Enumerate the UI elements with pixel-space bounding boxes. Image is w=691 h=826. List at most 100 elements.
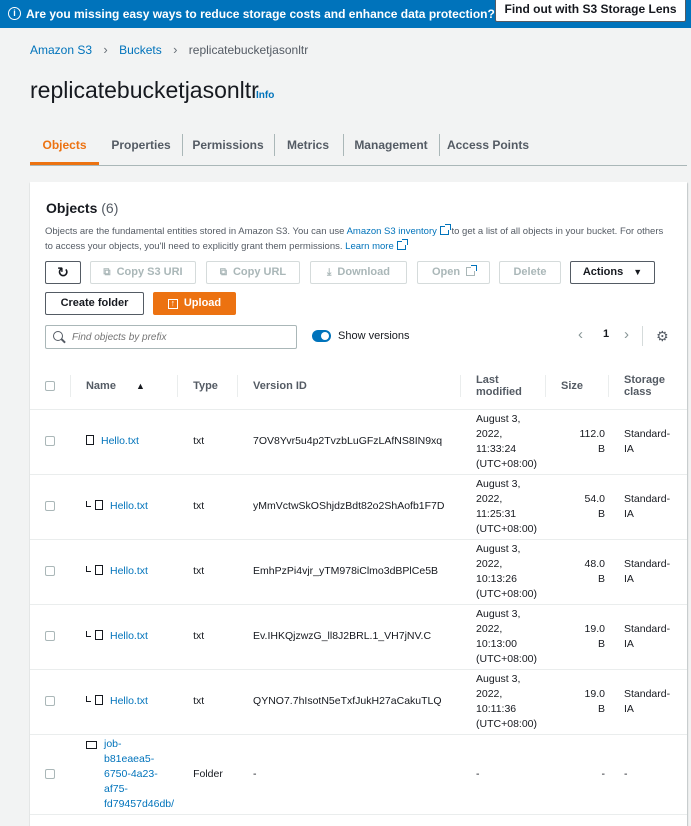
- version-branch-icon: [85, 566, 91, 572]
- actions-label: Actions: [582, 266, 624, 278]
- file-icon: [94, 630, 103, 640]
- modified-line: (UTC+08:00): [476, 457, 538, 470]
- last-modified: August 3, 2022, 10:11:36 (UTC+08:00): [461, 669, 547, 735]
- modified-line: 2022,: [476, 557, 503, 570]
- copy-url-button[interactable]: ⧉ Copy URL: [206, 261, 300, 284]
- copy-icon: ⧉: [103, 267, 111, 278]
- breadcrumb-current: replicatebucketjasonltr: [188, 42, 309, 57]
- copy-icon: ⧉: [219, 267, 227, 278]
- row-checkbox[interactable]: [45, 566, 55, 577]
- object-type: txt: [178, 539, 239, 605]
- version-branch-icon: [85, 631, 91, 637]
- open-button[interactable]: Open: [417, 261, 490, 284]
- tab-objects[interactable]: Objects: [30, 132, 99, 160]
- class-line: Standard-: [623, 557, 671, 570]
- object-size: 19.0 B: [546, 604, 609, 670]
- class-line: Standard-: [623, 687, 671, 700]
- learn-more-link[interactable]: Learn more: [345, 241, 394, 252]
- header-type[interactable]: Type: [178, 363, 239, 410]
- copy-s3-uri-button[interactable]: ⧉ Copy S3 URI: [90, 261, 196, 284]
- object-type: txt: [178, 604, 239, 670]
- last-modified: August 3, 2022, 11:25:31 (UTC+08:00): [461, 474, 547, 540]
- size-value: 19.0: [584, 622, 605, 635]
- inventory-link[interactable]: Amazon S3 inventory: [347, 226, 437, 237]
- upload-icon: ↑: [167, 299, 178, 309]
- modified-line: 10:11:36: [476, 702, 517, 715]
- size-value: 48.0: [584, 557, 605, 570]
- delete-button[interactable]: Delete: [499, 261, 561, 284]
- row-checkbox[interactable]: [45, 768, 55, 779]
- breadcrumb-buckets[interactable]: Buckets: [119, 43, 162, 57]
- header-modified-label: Last modified: [476, 373, 522, 398]
- folder-name-line: 6750-4a23-: [103, 767, 158, 780]
- header-size[interactable]: Size: [546, 363, 609, 410]
- select-all-checkbox[interactable]: [45, 380, 55, 391]
- object-name-link[interactable]: Hello.txt: [101, 435, 139, 447]
- object-name-link[interactable]: Hello.txt: [110, 695, 148, 707]
- table-row: job- b81eaea5- 6750-4a23- af75- fd79457d…: [30, 734, 687, 815]
- last-modified: August 3, 2022, 11:33:24 (UTC+08:00): [461, 409, 547, 475]
- tab-properties[interactable]: Properties: [102, 132, 180, 160]
- chevron-right-icon[interactable]: ›: [624, 326, 629, 343]
- object-name-link[interactable]: Hello.txt: [110, 565, 148, 577]
- caret-down-icon: ▼: [633, 267, 643, 277]
- modified-line: August 3,: [476, 607, 521, 620]
- modified-line: August 3,: [476, 412, 521, 425]
- size-value: 54.0: [584, 492, 605, 505]
- folder-name-link[interactable]: job- b81eaea5- 6750-4a23- af75- fd79457d…: [86, 737, 174, 812]
- row-checkbox[interactable]: [45, 696, 55, 707]
- tab-access-points[interactable]: Access Points: [440, 132, 536, 160]
- header-name[interactable]: Name ▲: [70, 363, 179, 410]
- last-modified: August 3, 2022, 10:13:00 (UTC+08:00): [461, 604, 547, 670]
- folder-name-line: b81eaea5-: [103, 752, 155, 765]
- current-page-number[interactable]: 1: [603, 328, 609, 340]
- modified-line: August 3,: [476, 672, 521, 685]
- modified-line: (UTC+08:00): [476, 522, 538, 535]
- storage-lens-button[interactable]: Find out with S3 Storage Lens: [495, 0, 686, 22]
- header-version-id[interactable]: Version ID: [238, 363, 462, 410]
- refresh-button[interactable]: ↻: [45, 261, 81, 284]
- folder-name-line: af75-: [103, 782, 128, 795]
- tab-permissions[interactable]: Permissions: [183, 132, 273, 160]
- show-versions-toggle[interactable]: [312, 330, 331, 342]
- info-link[interactable]: Info: [256, 90, 274, 101]
- table-row: Hello.txt txt Ev.IHKQjzwzG_ll8J2BRL.1_VH…: [30, 604, 687, 670]
- table-row: Hello.txt txt yMmVctwSkOShjdzBdt82o2ShAo…: [30, 474, 687, 540]
- object-size: 48.0 B: [546, 539, 609, 605]
- file-icon: [94, 565, 103, 575]
- storage-class: Standard- IA: [608, 669, 687, 735]
- breadcrumb-amazon-s3[interactable]: Amazon S3: [30, 43, 92, 57]
- row-checkbox[interactable]: [45, 501, 55, 512]
- chevron-left-icon[interactable]: ‹: [578, 326, 583, 343]
- sort-ascending-icon[interactable]: ▲: [136, 381, 145, 391]
- download-button[interactable]: ⤓ Download: [310, 261, 407, 284]
- download-icon: ⤓: [327, 267, 332, 278]
- modified-line: August 3,: [476, 477, 521, 490]
- header-last-modified[interactable]: Last modified: [461, 363, 547, 410]
- object-type: txt: [178, 474, 239, 540]
- gear-icon[interactable]: ⚙: [656, 328, 669, 345]
- actions-dropdown[interactable]: Actions ▼: [570, 261, 655, 284]
- row-checkbox[interactable]: [45, 436, 55, 447]
- object-name-link[interactable]: Hello.txt: [110, 500, 148, 512]
- copy-url-label: Copy URL: [232, 266, 287, 278]
- header-storage-class[interactable]: Storage class: [608, 363, 687, 410]
- upload-button[interactable]: ↑ Upload: [153, 292, 236, 315]
- chevron-right-icon: ›: [173, 42, 178, 58]
- download-label: Download: [337, 266, 390, 278]
- search-field[interactable]: [45, 325, 297, 349]
- description-text: Objects are the fundamental entities sto…: [45, 226, 347, 237]
- storage-class: Standard- IA: [608, 604, 687, 670]
- search-input[interactable]: [70, 328, 292, 346]
- tab-metrics[interactable]: Metrics: [275, 132, 341, 160]
- tab-management[interactable]: Management: [344, 132, 438, 160]
- header-version-label: Version ID: [253, 379, 307, 392]
- modified-line: 10:13:00: [476, 637, 517, 650]
- table-header-row: Name ▲ Type Version ID Last modified Size…: [30, 363, 687, 410]
- table-row: Hello.txt txt EmhPzPi4vjr_yTM978iClmo3dB…: [30, 539, 687, 605]
- object-type: txt: [178, 669, 239, 735]
- size-unit: B: [597, 702, 605, 715]
- create-folder-button[interactable]: Create folder: [45, 292, 144, 315]
- row-checkbox[interactable]: [45, 631, 55, 642]
- object-name-link[interactable]: Hello.txt: [110, 630, 148, 642]
